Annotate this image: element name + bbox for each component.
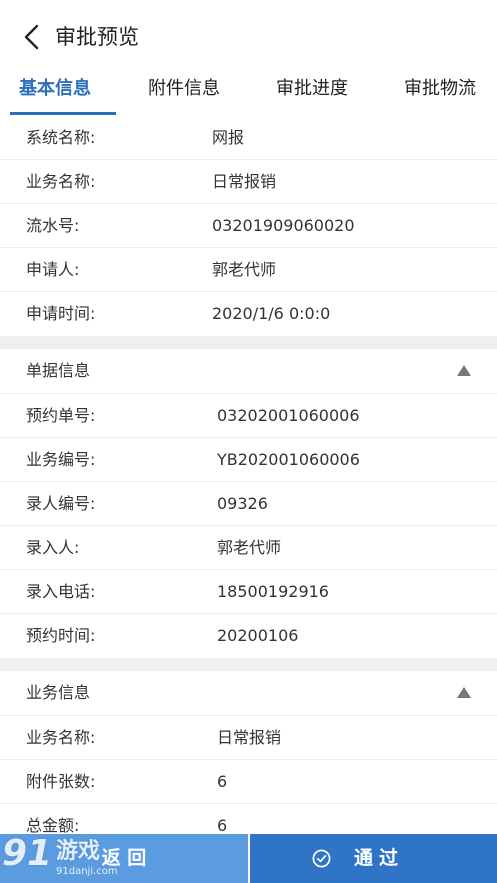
row-value: 6 xyxy=(217,772,228,791)
row-value: 20200106 xyxy=(217,626,299,645)
row-label: 业务名称: xyxy=(26,172,96,191)
row-value: 18500192916 xyxy=(217,582,329,601)
row-label: 申请人: xyxy=(26,260,80,279)
row-label: 预约单号: xyxy=(26,406,96,425)
back-button[interactable]: 返 回 xyxy=(0,834,248,883)
row-label: 预约时间: xyxy=(26,626,96,645)
active-tab-indicator xyxy=(10,112,116,115)
section-divider xyxy=(0,336,497,349)
tab-basic-info[interactable]: 基本信息 xyxy=(19,75,91,103)
tab-approval-progress[interactable]: 审批进度 xyxy=(276,75,348,103)
row-value: 03201909060020 xyxy=(212,216,355,235)
section-title: 单据信息 xyxy=(26,361,91,380)
info-row-business-code: 业务编号: YB202001060006 xyxy=(0,438,497,482)
row-value: 网报 xyxy=(212,128,245,147)
row-value: 2020/1/6 0:0:0 xyxy=(212,304,331,323)
info-row-serial-number: 流水号: 03201909060020 xyxy=(0,204,497,248)
info-row-system-name: 系统名称: 网报 xyxy=(0,116,497,160)
tab-approval-logistics[interactable]: 审批物流 xyxy=(404,75,476,103)
row-value: 郭老代师 xyxy=(217,538,282,557)
app-header: 审批预览 xyxy=(0,0,497,70)
tab-attachments[interactable]: 附件信息 xyxy=(148,75,220,103)
row-label: 申请时间: xyxy=(26,304,96,323)
row-value: 郭老代师 xyxy=(212,260,277,279)
row-value: 日常报销 xyxy=(217,728,282,747)
row-value: 03202001060006 xyxy=(217,406,360,425)
info-row-entry-phone: 录入电话: 18500192916 xyxy=(0,570,497,614)
row-label: 系统名称: xyxy=(26,128,96,147)
row-value: YB202001060006 xyxy=(217,450,360,469)
document-section-header[interactable]: 单据信息 xyxy=(0,349,497,394)
info-row-reservation-number: 预约单号: 03202001060006 xyxy=(0,394,497,438)
collapse-triangle-icon[interactable] xyxy=(457,365,471,376)
row-label: 录入电话: xyxy=(26,582,96,601)
business-info-section: 业务信息 业务名称: 日常报销 附件张数: 6 总金额: 6 xyxy=(0,671,497,834)
row-label: 附件张数: xyxy=(26,772,96,791)
check-circle-icon xyxy=(312,849,331,868)
info-row-business-name: 业务名称: 日常报销 xyxy=(0,716,497,760)
row-label: 录入人: xyxy=(26,538,80,557)
approve-button[interactable]: 通过 xyxy=(250,834,497,883)
info-row-attachment-count: 附件张数: 6 xyxy=(0,760,497,804)
row-label: 业务编号: xyxy=(26,450,96,469)
info-row-applicant: 申请人: 郭老代师 xyxy=(0,248,497,292)
page-title: 审批预览 xyxy=(55,25,139,49)
row-label: 录人编号: xyxy=(26,494,96,513)
detail-content[interactable]: 系统名称: 网报 业务名称: 日常报销 流水号: 03201909060020 … xyxy=(0,116,497,834)
row-label: 总金额: xyxy=(26,816,80,834)
row-label: 业务名称: xyxy=(26,728,96,747)
collapse-triangle-icon[interactable] xyxy=(457,687,471,698)
section-divider xyxy=(0,658,497,671)
back-arrow-icon[interactable] xyxy=(20,22,44,52)
info-row-total-amount: 总金额: 6 xyxy=(0,804,497,834)
document-info-section: 单据信息 预约单号: 03202001060006 业务编号: YB202001… xyxy=(0,349,497,658)
tab-bar: 基本信息 附件信息 审批进度 审批物流 xyxy=(0,70,497,116)
row-value: 09326 xyxy=(217,494,268,513)
info-row-business-name: 业务名称: 日常报销 xyxy=(0,160,497,204)
info-row-reservation-time: 预约时间: 20200106 xyxy=(0,614,497,658)
info-row-apply-time: 申请时间: 2020/1/6 0:0:0 xyxy=(0,292,497,336)
info-row-entry-code: 录人编号: 09326 xyxy=(0,482,497,526)
row-value: 6 xyxy=(217,816,228,834)
action-footer: 返 回 通过 xyxy=(0,834,497,883)
info-row-entered-by: 录入人: 郭老代师 xyxy=(0,526,497,570)
business-section-header[interactable]: 业务信息 xyxy=(0,671,497,716)
row-label: 流水号: xyxy=(26,216,80,235)
row-value: 日常报销 xyxy=(212,172,277,191)
section-title: 业务信息 xyxy=(26,683,91,702)
basic-info-section: 系统名称: 网报 业务名称: 日常报销 流水号: 03201909060020 … xyxy=(0,116,497,336)
approve-button-label: 通过 xyxy=(354,847,405,869)
